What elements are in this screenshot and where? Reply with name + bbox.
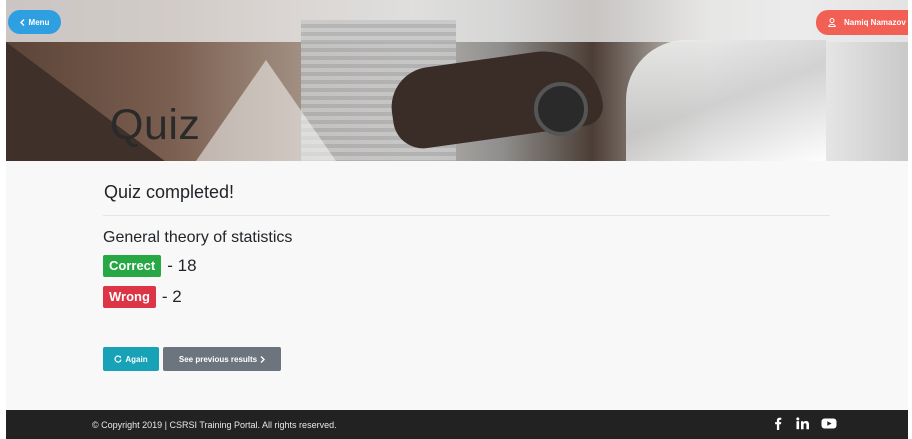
correct-result-row: Correct - 18	[103, 255, 197, 278]
again-button-label: Again	[125, 354, 148, 364]
again-button[interactable]: Again	[103, 347, 159, 371]
hero-shirt-image	[626, 40, 826, 161]
footer: © Copyright 2019 | CSRSI Training Portal…	[6, 410, 908, 439]
chevron-left-icon	[19, 18, 25, 26]
wrong-result-row: Wrong - 2	[103, 286, 182, 309]
quiz-completed-heading: Quiz completed!	[104, 182, 235, 202]
correct-count: - 18	[167, 256, 197, 276]
hero-watch-image	[534, 82, 588, 136]
user-icon	[828, 18, 836, 27]
see-previous-results-label: See previous results	[178, 354, 258, 364]
menu-button-label: Menu	[28, 17, 50, 27]
quiz-result-panel: Quiz completed! General theory of statis…	[6, 161, 908, 410]
copyright-text: © Copyright 2019 | CSRSI Training Portal…	[92, 420, 337, 430]
see-previous-results-button[interactable]: See previous results	[163, 347, 281, 371]
linkedin-icon	[796, 417, 809, 430]
youtube-icon	[821, 418, 837, 429]
hero-light-shape	[196, 60, 336, 161]
hero-banner: Quiz	[6, 0, 908, 161]
wrong-count: - 2	[161, 287, 182, 307]
wrong-badge: Wrong	[103, 286, 156, 309]
page-edge-left	[0, 0, 6, 439]
facebook-icon	[775, 417, 782, 430]
user-name: Namiq Namazov	[844, 18, 906, 27]
nav-bar	[6, 0, 908, 42]
divider	[103, 215, 830, 216]
linkedin-link[interactable]	[796, 417, 810, 430]
facebook-link[interactable]	[774, 417, 782, 430]
menu-button[interactable]: Menu	[8, 10, 61, 34]
redo-icon	[114, 355, 122, 363]
quiz-name: General theory of statistics	[103, 229, 293, 246]
user-menu-button[interactable]: Namiq Namazov	[816, 10, 908, 35]
page-edge-right	[908, 0, 912, 439]
youtube-link[interactable]	[821, 417, 837, 430]
correct-badge: Correct	[103, 255, 162, 278]
page-title: Quiz	[110, 101, 201, 149]
chevron-right-icon	[260, 355, 266, 363]
